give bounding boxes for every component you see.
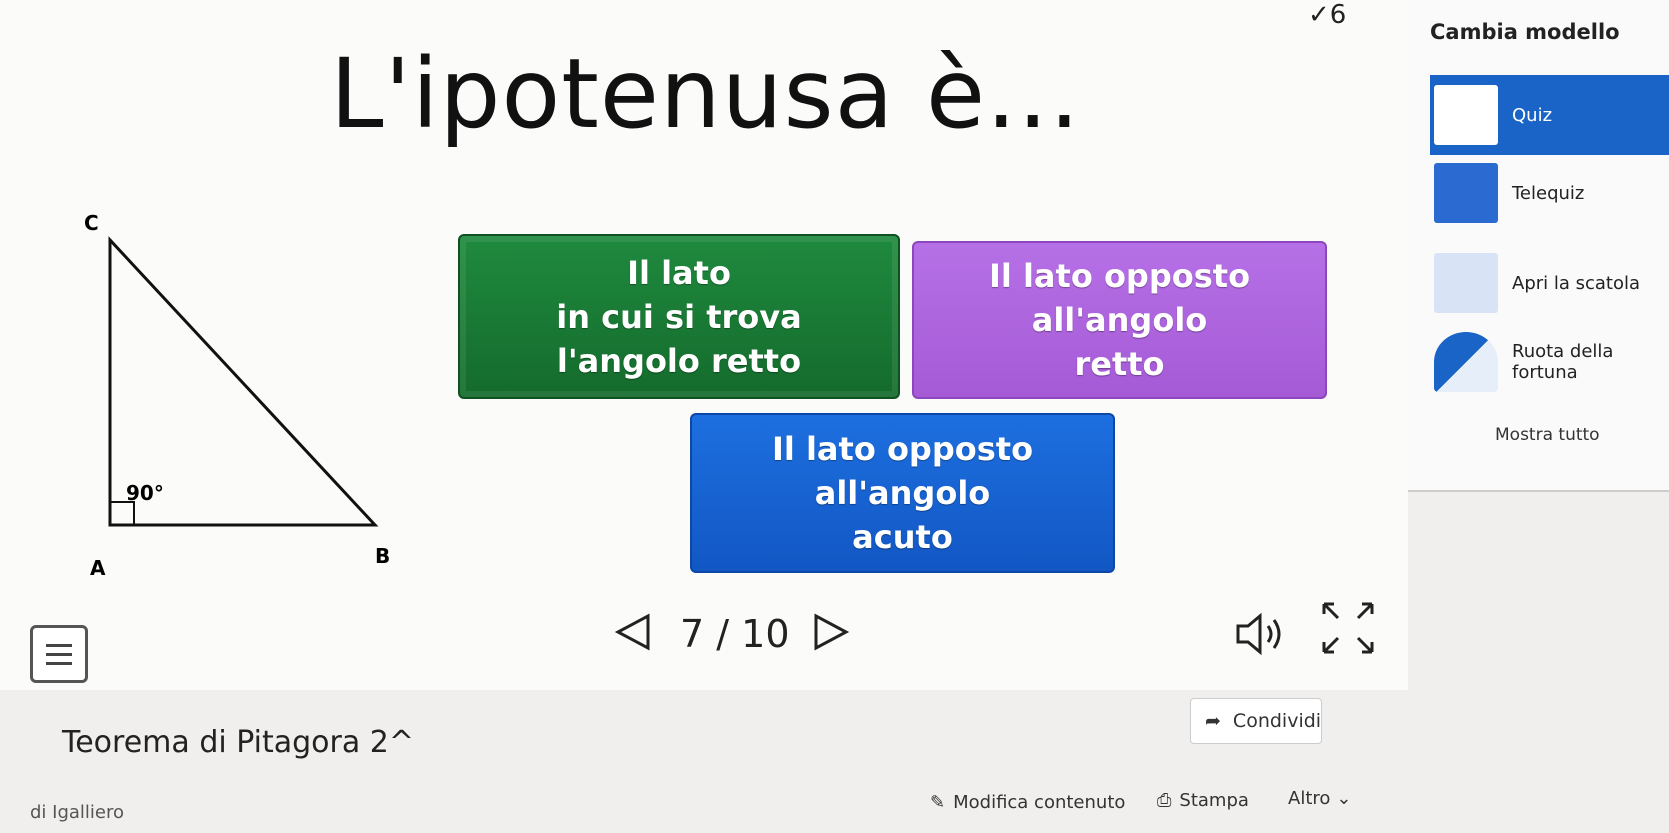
speaker-icon[interactable] [1232,612,1292,656]
edit-content-button[interactable]: ✎ Modifica contenuto [930,792,1125,813]
menu-icon [46,643,72,647]
share-arrow-icon: ➦ [1205,710,1221,732]
template-wheel-label-1: Ruota della [1512,341,1614,362]
share-label: Condividi [1232,710,1322,732]
previous-arrow-icon[interactable] [612,612,652,652]
answer-1-line-1: Il lato [627,253,731,292]
vertex-a-label: A [90,556,106,580]
author-line[interactable]: di Igalliero [30,802,124,823]
angle-label: 90° [126,481,164,505]
vertex-c-label: C [84,211,99,235]
sidebar-header: Cambia modello [1430,20,1620,44]
printer-icon: ⎙ [1157,790,1172,811]
activity-title: Teorema di Pitagora 2^ [62,725,415,760]
template-wheel-label-2: fortuna [1512,362,1578,383]
wheel-thumbnail-icon [1434,332,1498,392]
template-wheel[interactable]: Ruota della fortuna [1430,322,1669,402]
answer-option-1[interactable]: Il lato in cui si trova l'angolo retto [458,234,900,399]
chevron-down-icon: ⌄ [1336,788,1352,809]
answer-3-line-2: all'angolo [814,474,991,512]
score-counter: ✓6 [1308,0,1347,30]
print-label: Stampa [1179,790,1249,811]
quiz-thumbnail-icon [1434,85,1498,145]
answer-3-line-1: Il lato opposto [771,430,1034,468]
right-triangle-figure: C A B 90° [84,211,390,580]
template-telequiz-label: Telequiz [1512,182,1585,204]
answer-option-2[interactable]: Il lato opposto all'angolo retto [912,241,1327,399]
more-label: Altro [1288,788,1331,809]
more-dropdown[interactable]: Altro ⌄ [1288,788,1351,809]
print-button[interactable]: ⎙ Stampa [1157,790,1249,811]
template-sidebar [1408,0,1669,492]
question-text: L'ipotenusa è... [330,38,1081,150]
answer-2-line-3: retto [1074,345,1165,383]
open-box-thumbnail-icon [1434,253,1498,313]
answer-2-line-1: Il lato opposto [988,257,1251,295]
pencil-icon: ✎ [930,792,946,813]
vertex-b-label: B [375,544,390,568]
edit-label: Modifica contenuto [953,792,1126,813]
template-open-box-label: Apri la scatola [1512,272,1641,294]
template-quiz-label: Quiz [1512,104,1553,126]
answer-option-3[interactable]: Il lato opposto all'angolo acuto [690,413,1115,573]
show-all-link[interactable]: Mostra tutto [1495,425,1600,445]
template-quiz[interactable]: Quiz [1430,75,1669,155]
answer-3-line-3: acuto [852,518,953,556]
menu-button[interactable] [30,625,88,683]
answer-1-line-3: l'angolo retto [556,341,802,380]
share-button[interactable]: ➦ Condividi [1190,698,1322,744]
answer-2-line-2: all'angolo [1031,301,1208,339]
template-open-box[interactable]: Apri la scatola [1430,248,1669,318]
next-arrow-icon[interactable] [812,612,852,652]
page-counter: 7 / 10 [680,612,790,656]
answer-1-line-2: in cui si trova [556,297,802,336]
template-telequiz[interactable]: Telequiz [1430,158,1669,228]
telequiz-thumbnail-icon [1434,163,1498,223]
fullscreen-icon[interactable] [1320,600,1376,656]
